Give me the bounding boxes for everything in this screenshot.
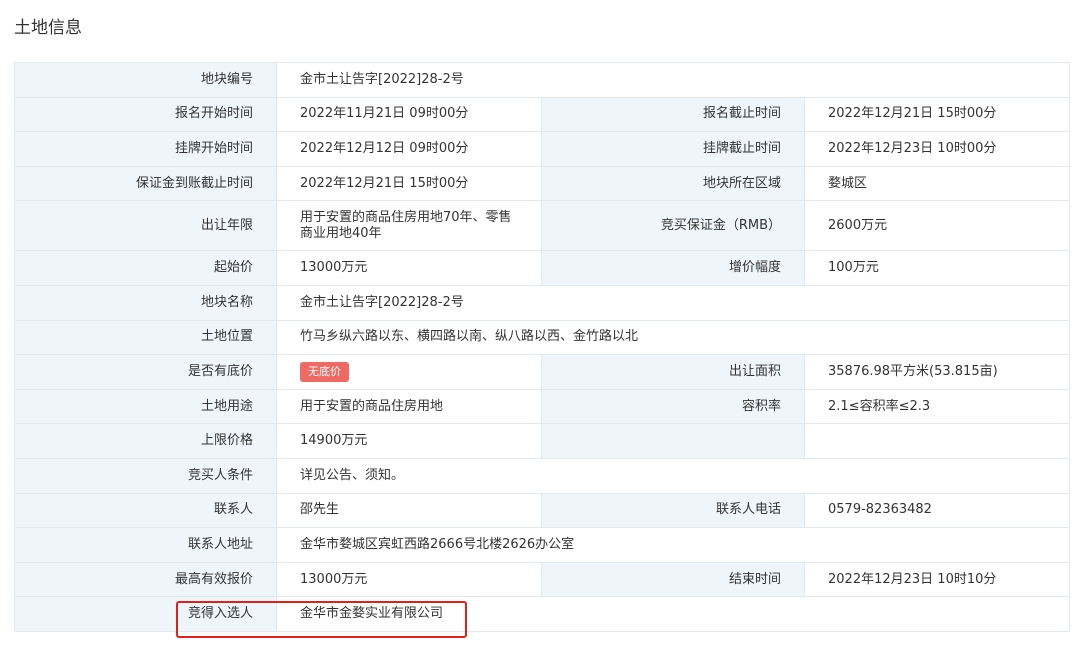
table-row: 是否有底价 无底价 出让面积 35876.98平方米(53.815亩)	[14, 354, 1070, 390]
table-row: 地块编号 金市土让告字[2022]28-2号	[14, 62, 1070, 98]
area-label: 出让面积	[541, 354, 805, 390]
table-row: 上限价格 14900万元	[14, 423, 1070, 459]
winner-label: 竞得入选人	[14, 596, 277, 632]
empty-value-cell	[804, 423, 1070, 459]
table-row: 挂牌开始时间 2022年12月12日 09时00分 挂牌截止时间 2022年12…	[14, 131, 1070, 167]
contact-value: 邵先生	[276, 492, 542, 529]
deposit-value: 2600万元	[804, 200, 1070, 252]
address-label: 联系人地址	[14, 527, 277, 563]
contact-label: 联系人	[14, 492, 277, 529]
area-value: 35876.98平方米(53.815亩)	[804, 354, 1070, 390]
district-label: 地块所在区域	[541, 165, 805, 202]
table-row: 联系人 邵先生 联系人电话 0579-82363482	[14, 492, 1070, 529]
parcel-no-value: 金市土让告字[2022]28-2号	[276, 62, 1070, 98]
reg-end-label: 报名截止时间	[541, 96, 805, 133]
land-info-table: 地块编号 金市土让告字[2022]28-2号 报名开始时间 2022年11月21…	[14, 62, 1070, 632]
location-label: 土地位置	[14, 319, 277, 356]
address-value: 金华市婺城区宾虹西路2666号北楼2626办公室	[276, 527, 1070, 563]
reserve-label: 是否有底价	[14, 354, 277, 390]
increment-label: 增价幅度	[541, 250, 805, 286]
far-label: 容积率	[541, 388, 805, 425]
empty-label-cell	[541, 423, 805, 459]
top-bid-label: 最高有效报价	[14, 561, 277, 598]
table-row: 土地用途 用于安置的商品住房用地 容积率 2.1≤容积率≤2.3	[14, 388, 1070, 425]
parcel-name-label: 地块名称	[14, 284, 277, 321]
table-row: 联系人地址 金华市婺城区宾虹西路2666号北楼2626办公室	[14, 527, 1070, 563]
location-value: 竹马乡纵六路以东、横四路以南、纵八路以西、金竹路以北	[276, 319, 1070, 356]
reg-end-value: 2022年12月21日 15时00分	[804, 96, 1070, 133]
reg-start-label: 报名开始时间	[14, 96, 277, 133]
table-row: 竞得入选人 金华市金婺实业有限公司	[14, 596, 1070, 632]
phone-label: 联系人电话	[541, 492, 805, 529]
deposit-label: 竞买保证金（RMB）	[541, 200, 805, 252]
table-row: 竞买人条件 详见公告、须知。	[14, 457, 1070, 494]
deposit-deadline-value: 2022年12月21日 15时00分	[276, 165, 542, 202]
deposit-deadline-label: 保证金到账截止时间	[14, 165, 277, 202]
bidder-req-value: 详见公告、须知。	[276, 457, 1070, 494]
parcel-name-value: 金市土让告字[2022]28-2号	[276, 284, 1070, 321]
phone-value: 0579-82363482	[804, 492, 1070, 529]
cap-price-value: 14900万元	[276, 423, 542, 459]
usage-label: 土地用途	[14, 388, 277, 425]
table-row: 最高有效报价 13000万元 结束时间 2022年12月23日 10时10分	[14, 561, 1070, 598]
reserve-value: 无底价	[276, 354, 542, 390]
table-row: 土地位置 竹马乡纵六路以东、横四路以南、纵八路以西、金竹路以北	[14, 319, 1070, 356]
parcel-no-label: 地块编号	[14, 62, 277, 98]
table-row: 地块名称 金市土让告字[2022]28-2号	[14, 284, 1070, 321]
usage-value: 用于安置的商品住房用地	[276, 388, 542, 425]
start-price-value: 13000万元	[276, 250, 542, 286]
list-start-value: 2022年12月12日 09时00分	[276, 131, 542, 167]
end-time-value: 2022年12月23日 10时10分	[804, 561, 1070, 598]
list-start-label: 挂牌开始时间	[14, 131, 277, 167]
table-row: 起始价 13000万元 增价幅度 100万元	[14, 250, 1070, 286]
cap-price-label: 上限价格	[14, 423, 277, 459]
start-price-label: 起始价	[14, 250, 277, 286]
table-row: 出让年限 用于安置的商品住房用地70年、零售商业用地40年 竞买保证金（RMB）…	[14, 200, 1070, 252]
reg-start-value: 2022年11月21日 09时00分	[276, 96, 542, 133]
end-time-label: 结束时间	[541, 561, 805, 598]
no-reserve-badge: 无底价	[300, 361, 349, 382]
list-end-label: 挂牌截止时间	[541, 131, 805, 167]
increment-value: 100万元	[804, 250, 1070, 286]
winner-value: 金华市金婺实业有限公司	[276, 596, 1070, 632]
district-value: 婺城区	[804, 165, 1070, 202]
bidder-req-label: 竞买人条件	[14, 457, 277, 494]
term-label: 出让年限	[14, 200, 277, 252]
top-bid-value: 13000万元	[276, 561, 542, 598]
term-value: 用于安置的商品住房用地70年、零售商业用地40年	[276, 200, 542, 252]
far-value: 2.1≤容积率≤2.3	[804, 388, 1070, 425]
table-row: 保证金到账截止时间 2022年12月21日 15时00分 地块所在区域 婺城区	[14, 165, 1070, 202]
page-title: 土地信息	[14, 18, 82, 38]
table-row: 报名开始时间 2022年11月21日 09时00分 报名截止时间 2022年12…	[14, 96, 1070, 133]
list-end-value: 2022年12月23日 10时00分	[804, 131, 1070, 167]
